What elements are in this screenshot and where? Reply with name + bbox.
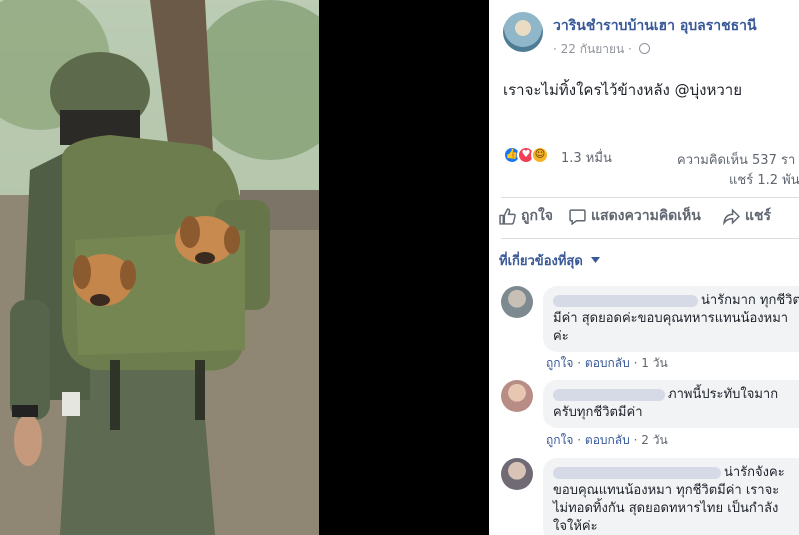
comment-reply-link[interactable]: ตอบกลับ xyxy=(585,433,630,447)
share-button-label: แชร์ xyxy=(745,208,772,224)
post-header: วารินชำราบบ้านเฮา อุบลราชธานี · 22 กันยา… xyxy=(503,12,799,60)
post-text: เราจะไม่ทิ้งใครไว้ข้างหลัง @บุ่งหวาย xyxy=(503,81,743,99)
comment-button-label: แสดงความคิดเห็น xyxy=(591,208,701,224)
like-button-label: ถูกใจ xyxy=(521,208,553,224)
comment-time[interactable]: 1 วัน xyxy=(641,356,667,370)
haha-icon: ☺ xyxy=(531,146,549,164)
comment-text-line: ค่ะ xyxy=(553,329,569,344)
footer-separator: · xyxy=(577,433,582,447)
thumbs-up-icon xyxy=(499,207,516,225)
commenter-name-blurred[interactable] xyxy=(553,294,698,307)
like-button[interactable]: ถูกใจ xyxy=(499,205,553,227)
comment-like-link[interactable]: ถูกใจ xyxy=(546,433,573,447)
comment-text-line: ไม่ทอดทิ้งกัน สุดยอดทหารไทย เป็นกำลัง xyxy=(553,501,779,516)
commenter-avatar[interactable] xyxy=(501,458,533,490)
commenter-avatar[interactable] xyxy=(501,380,533,412)
commenter-name-blurred[interactable] xyxy=(553,388,665,401)
footer-separator: · xyxy=(633,356,638,370)
reaction-count[interactable]: 1.3 หมื่น xyxy=(561,147,612,168)
comment-footer: ถูกใจ · ตอบกลับ · 2 วัน xyxy=(546,431,668,450)
shares-count-link[interactable]: แชร์ 1.2 พัน xyxy=(729,169,799,190)
comment-button[interactable]: แสดงความคิดเห็น xyxy=(569,205,701,227)
photo-soldier-puppies-backpack-icon xyxy=(0,0,319,535)
commenter-name-blurred[interactable] xyxy=(553,466,721,479)
share-button[interactable]: แชร์ xyxy=(723,205,771,227)
comment-text-line: มีค่า สุดยอดค่ะขอบคุณทหารแทนน้องหมา xyxy=(553,311,789,326)
commenter-avatar[interactable] xyxy=(501,286,533,318)
post-side-panel: วารินชำราบบ้านเฮา อุบลราชธานี · 22 กันยา… xyxy=(489,0,799,535)
page-name-link[interactable]: วารินชำราบบ้านเฮา อุบลราชธานี xyxy=(553,15,757,37)
comment-bubble: ภาพนี้ประทับใจมาก ครับทุกชีวิตมีค่า xyxy=(543,380,799,428)
divider xyxy=(501,197,799,198)
comment-text-line: ใจให้ค่ะ xyxy=(553,519,598,534)
meta-dot: · xyxy=(553,42,557,56)
comment-reply-link[interactable]: ตอบกลับ xyxy=(585,356,630,370)
share-arrow-icon xyxy=(723,207,740,225)
comment-sort-dropdown[interactable]: ที่เกี่ยวข้องที่สุด xyxy=(499,250,601,271)
comment-bubble: น่ารักจังคะ ขอบคุณแทนน้องหมา ทุกชีวิตมีค… xyxy=(543,458,799,535)
caret-down-icon xyxy=(591,257,601,263)
comment-text-line: น่ารักมาก ทุกชีวิต xyxy=(701,293,799,308)
comment-text-line: ขอบคุณแทนน้องหมา ทุกชีวิตมีค่า เราจะ xyxy=(553,483,780,498)
comment-time[interactable]: 2 วัน xyxy=(641,433,667,447)
post-date-link[interactable]: 22 กันยายน xyxy=(561,42,625,56)
divider xyxy=(501,238,799,239)
post-action-bar: ถูกใจ แสดงความคิดเห็น แชร์ xyxy=(489,205,799,231)
comments-count-link[interactable]: ความคิดเห็น 537 รา xyxy=(677,149,795,170)
post-photo[interactable] xyxy=(0,0,319,535)
comment-like-link[interactable]: ถูกใจ xyxy=(546,356,573,370)
comment-text-line: น่ารักจังคะ xyxy=(724,465,785,480)
comment-text-line: ภาพนี้ประทับใจมาก xyxy=(668,387,779,402)
footer-separator: · xyxy=(577,356,582,370)
comment-sort-label: ที่เกี่ยวข้องที่สุด xyxy=(499,254,583,269)
page-avatar[interactable] xyxy=(503,12,543,52)
globe-icon[interactable] xyxy=(638,43,650,54)
comment-text-line: ครับทุกชีวิตมีค่า xyxy=(553,405,643,420)
comment-bubble: น่ารักมาก ทุกชีวิต มีค่า สุดยอดค่ะขอบคุณ… xyxy=(543,286,799,352)
post-meta: · 22 กันยายน · xyxy=(553,40,650,59)
footer-separator: · xyxy=(633,433,638,447)
comment-footer: ถูกใจ · ตอบกลับ · 1 วัน xyxy=(546,354,668,373)
meta-separator: · xyxy=(628,42,632,56)
comment-bubble-icon xyxy=(569,208,586,225)
